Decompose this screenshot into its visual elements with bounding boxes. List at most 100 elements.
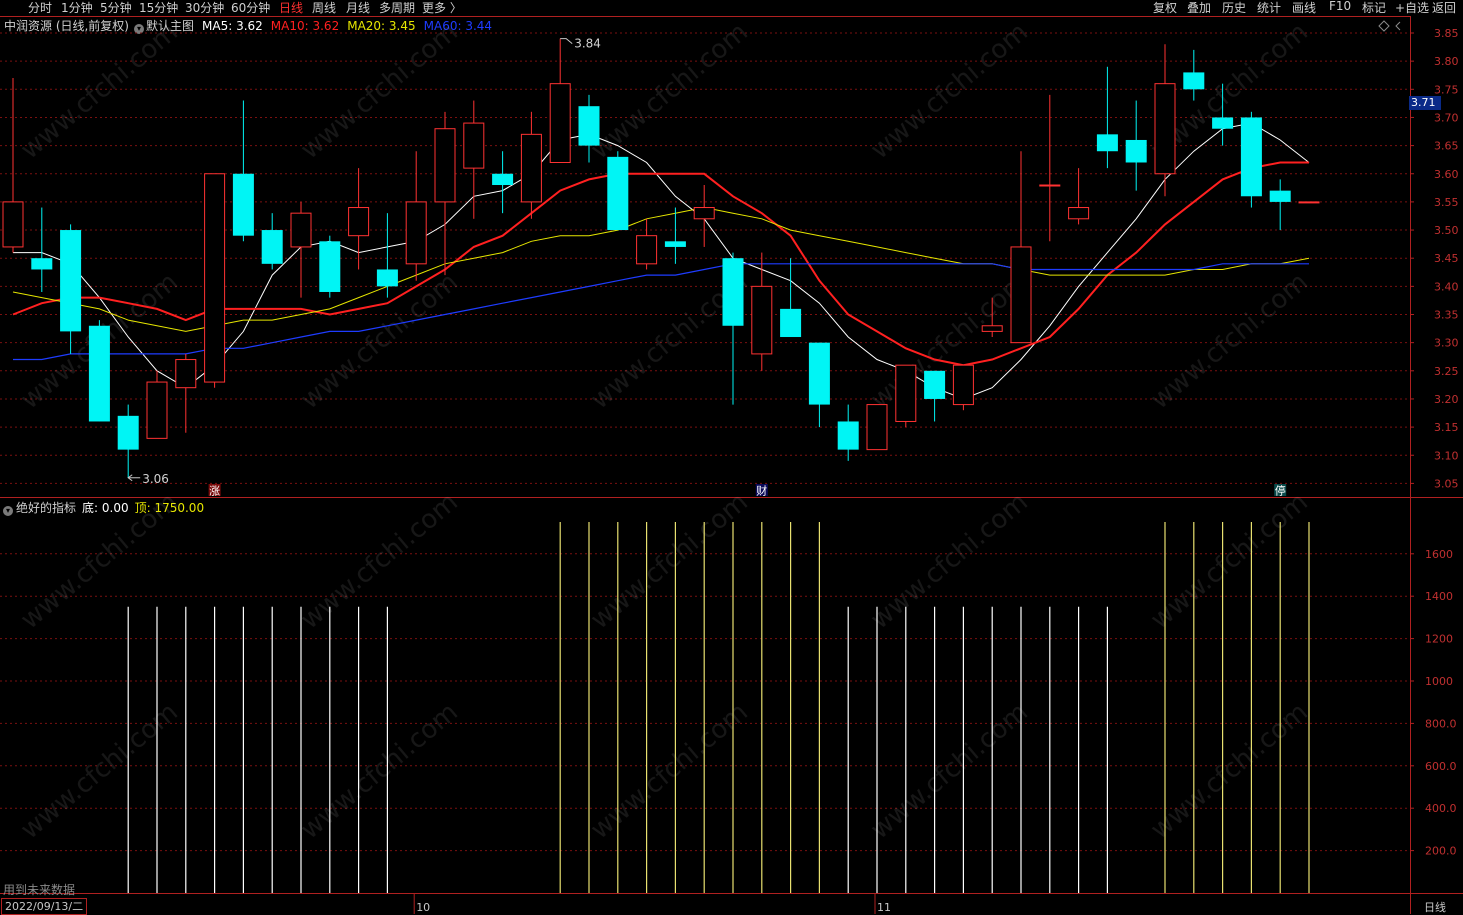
- indicator-tick-label: 200.0: [1425, 845, 1457, 858]
- candle-body: [1010, 246, 1032, 344]
- indicator-tick-label: 400.0: [1425, 802, 1457, 815]
- candle-body: [348, 207, 370, 237]
- watermark-text: www.cfchi.com: [15, 697, 184, 845]
- candle-body: [1212, 117, 1234, 129]
- price-tick-label: 3.80: [1434, 55, 1459, 68]
- candle-body: [981, 325, 1003, 332]
- kline-chart[interactable]: www.cfchi.com www.cfchi.com www.cfchi.com w…: [0, 0, 1463, 914]
- candle-body: [405, 201, 427, 265]
- watermark-text: www.cfchi.com: [865, 697, 1034, 845]
- candle: [117, 404, 139, 478]
- candle-body: [578, 106, 600, 146]
- candle-body: [1096, 134, 1118, 152]
- indicator-tick-label: 1400: [1425, 590, 1453, 603]
- candle: [204, 173, 226, 388]
- candle: [319, 235, 341, 298]
- high-pointer: [560, 38, 573, 45]
- candle-body: [232, 173, 254, 236]
- candle: [837, 404, 859, 461]
- candle: [31, 207, 53, 292]
- candle: [866, 404, 888, 451]
- x-tick-label: 10: [416, 901, 430, 914]
- candle: [376, 213, 398, 298]
- candle: [1183, 49, 1205, 101]
- candle-body: [808, 342, 830, 405]
- candle: [1010, 151, 1032, 344]
- watermark-text: www.cfchi.com: [295, 487, 464, 635]
- price-tick-label: 3.50: [1434, 224, 1459, 237]
- candle-body: [520, 133, 542, 203]
- candle-body: [146, 381, 168, 439]
- watermark-text: www.cfchi.com: [585, 487, 754, 635]
- price-tick-label: 3.75: [1434, 83, 1459, 96]
- candle-body: [607, 156, 629, 231]
- candle: [232, 100, 254, 242]
- cursor-date-box: 2022/09/13/二: [1, 898, 88, 915]
- last-price-tag: 3.71: [1409, 96, 1441, 110]
- event-marker: 停: [1275, 484, 1286, 498]
- candle: [722, 252, 744, 405]
- candle-body: [1125, 139, 1147, 163]
- candle: [1240, 111, 1262, 208]
- candle: [693, 185, 715, 247]
- price-tick-label: 3.30: [1434, 337, 1459, 350]
- indicator-tick-label: 800.0: [1425, 717, 1457, 730]
- candle-body: [549, 83, 571, 163]
- watermark-text: www.cfchi.com: [1145, 267, 1314, 415]
- watermark-text: www.cfchi.com: [865, 487, 1034, 635]
- candle: [808, 342, 830, 428]
- candle: [1298, 201, 1320, 204]
- candle-body: [924, 370, 946, 399]
- candle-body: [463, 122, 485, 169]
- candle: [520, 111, 542, 219]
- candle-body: [1039, 184, 1061, 187]
- low-label: 3.06: [142, 472, 169, 486]
- candle-body: [1240, 117, 1262, 197]
- price-tick-label: 3.65: [1434, 140, 1459, 153]
- candle: [60, 224, 82, 354]
- indicator-bars: [127, 522, 1310, 893]
- price-tick-label: 3.40: [1434, 280, 1459, 293]
- candle-body: [693, 207, 715, 220]
- candle: [492, 151, 514, 214]
- candle: [1154, 44, 1176, 197]
- candle-body: [1154, 83, 1176, 175]
- watermark-text: www.cfchi.com: [585, 697, 754, 845]
- watermark-text: www.cfchi.com: [15, 487, 184, 635]
- candle: [88, 320, 110, 422]
- candle-body: [88, 325, 110, 422]
- candle-body: [434, 128, 456, 203]
- candle-body: [290, 212, 312, 248]
- future-data-note: 用到未来数据: [3, 883, 76, 897]
- candle-body: [664, 241, 686, 247]
- candle: [175, 353, 197, 433]
- candle-body: [636, 235, 658, 265]
- candle-body: [1068, 207, 1090, 220]
- event-marker: 财: [756, 484, 767, 498]
- candle: [261, 213, 283, 270]
- candle-body: [837, 421, 859, 450]
- price-tick-label: 3.15: [1434, 421, 1459, 434]
- candle: [607, 151, 629, 231]
- watermark-text: www.cfchi.com: [1145, 487, 1314, 635]
- candle-body: [1183, 72, 1205, 90]
- price-tick-label: 3.20: [1434, 393, 1459, 406]
- candle: [2, 78, 24, 253]
- candle: [1068, 168, 1090, 225]
- candle: [549, 38, 571, 163]
- indicator-tick-label: 600.0: [1425, 760, 1457, 773]
- candle: [1039, 94, 1061, 242]
- indicator-tick-label: 1200: [1425, 633, 1453, 646]
- candle-body: [780, 308, 802, 338]
- candle-body: [319, 241, 341, 292]
- candle: [780, 258, 802, 338]
- candle-body: [952, 364, 974, 406]
- watermark: www.cfchi.com www.cfchi.com www.cfchi.com w…: [15, 17, 1314, 845]
- candle-body: [1269, 190, 1291, 202]
- candle: [290, 201, 312, 298]
- candle: [924, 370, 946, 422]
- chevron-left-icon: [1395, 21, 1401, 31]
- watermark-text: www.cfchi.com: [295, 697, 464, 845]
- candle-body: [722, 258, 744, 326]
- candle-body: [204, 173, 226, 383]
